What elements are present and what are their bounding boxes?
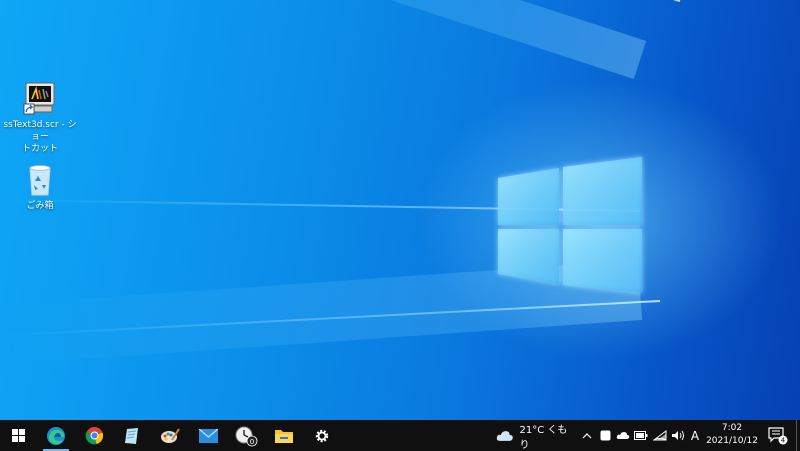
taskbar-notepad[interactable] [113, 420, 151, 451]
wifi-icon [653, 430, 667, 441]
recycle-bin-icon [29, 165, 51, 196]
clock-app-badge: 0 [250, 438, 254, 446]
onedrive-cloud-icon [616, 432, 630, 439]
edge-icon [47, 426, 65, 445]
start-button[interactable] [0, 420, 36, 451]
notepad-icon [125, 427, 138, 444]
notification-count: 4 [781, 436, 786, 444]
tray-wifi[interactable] [652, 420, 668, 451]
tray-onedrive[interactable] [615, 420, 631, 451]
chrome-icon [85, 426, 103, 445]
logo-pane [498, 229, 559, 284]
taskbar-clock-app[interactable]: 0 [227, 420, 265, 451]
taskbar-mail[interactable] [189, 420, 227, 451]
taskbar-chrome[interactable] [75, 420, 113, 451]
logo-pane [563, 229, 642, 293]
system-clock[interactable]: 7:02 2021/10/12 [702, 422, 762, 448]
taskbar: 0 21°C くもり A 7:02 2021/10/12 4 [0, 420, 800, 451]
file-explorer-icon [275, 430, 293, 443]
taskbar-paint[interactable] [151, 420, 189, 451]
clock-app-icon: 0 [235, 426, 258, 446]
tablet-icon [600, 430, 610, 441]
tray-battery[interactable] [633, 420, 649, 451]
show-hidden-icons-button[interactable] [580, 420, 594, 451]
desktop-icon-recycle-bin[interactable]: ごみ箱 [0, 163, 80, 212]
battery-icon [634, 431, 648, 440]
tray-volume[interactable] [670, 420, 686, 451]
cloud-weather-icon [496, 430, 513, 441]
show-desktop-button[interactable] [796, 420, 800, 451]
desktop-icon-label: ssText3d.scr - ショー [3, 120, 77, 142]
weather-widget[interactable]: 21°C くもり [496, 420, 576, 451]
taskbar-file-explorer[interactable] [265, 420, 303, 451]
taskbar-settings[interactable] [303, 420, 341, 451]
desktop-icon-label: ごみ箱 [26, 201, 54, 211]
chevron-up-icon [582, 432, 592, 438]
notification-icon: 4 [768, 426, 788, 444]
windows-start-icon [11, 429, 25, 442]
clock-date: 2021/10/12 [706, 436, 758, 446]
mail-icon [198, 428, 218, 443]
tray-tablet[interactable] [598, 420, 612, 451]
ime-indicator[interactable]: A [688, 420, 702, 451]
clock-time: 7:02 [721, 423, 743, 433]
logo-pane [498, 168, 559, 225]
settings-gear-icon [315, 429, 329, 442]
notification-center-button[interactable]: 4 [764, 420, 792, 451]
logo-pane [563, 157, 642, 225]
weather-text: 21°C くもり [519, 424, 568, 451]
taskbar-edge[interactable] [37, 420, 75, 451]
desktop-icon-label: トカット [21, 144, 58, 154]
desktop-icon-sstext3d[interactable]: ssText3d.scr - ショー トカット [0, 82, 80, 155]
paint-icon [161, 427, 180, 443]
windows-logo [498, 157, 642, 293]
desktop-background: ssText3d.scr - ショー トカット ごみ箱 [0, 0, 800, 420]
ime-mode: A [690, 428, 700, 443]
volume-icon [671, 430, 684, 441]
screensaver-shortcut-icon [23, 82, 55, 115]
